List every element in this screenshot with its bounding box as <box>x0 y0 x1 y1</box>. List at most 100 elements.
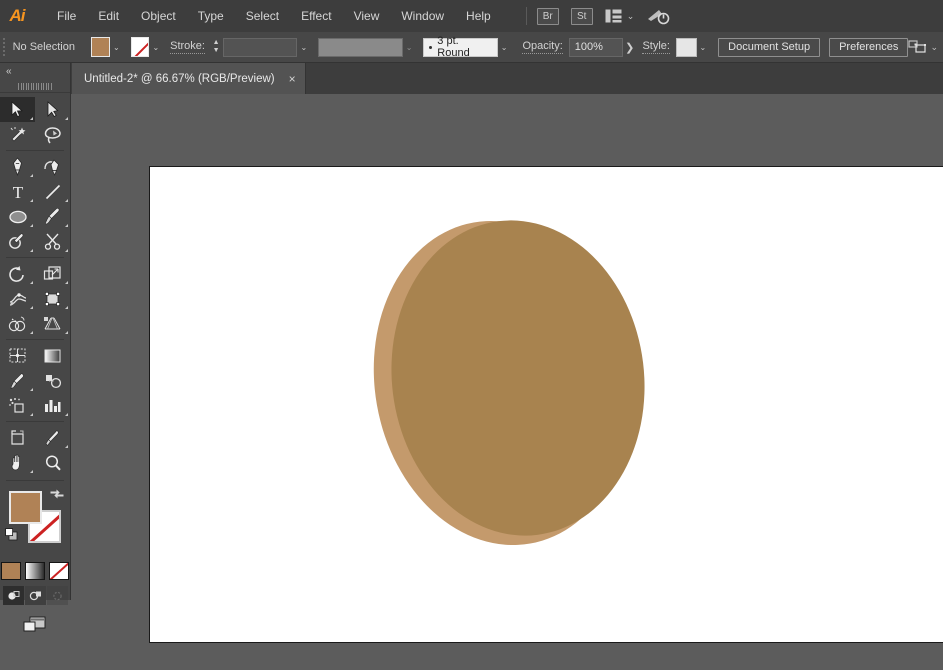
menu-item-list: File Edit Object Type Select Effect View… <box>46 0 502 32</box>
type-tool[interactable]: T <box>0 179 35 204</box>
color-swatch-button[interactable] <box>1 562 21 580</box>
line-segment-tool[interactable] <box>35 179 70 204</box>
draw-normal-button[interactable] <box>2 586 24 605</box>
direct-selection-tool[interactable] <box>35 97 70 122</box>
gradient-tool[interactable] <box>35 343 70 368</box>
menu-item-view[interactable]: View <box>343 0 391 32</box>
toolbar-fill-swatch[interactable] <box>9 491 42 524</box>
tool-flyout-indicator-icon <box>30 470 33 473</box>
menu-item-effect[interactable]: Effect <box>290 0 342 32</box>
close-icon[interactable]: × <box>289 72 296 86</box>
stroke-chevron-down-icon[interactable]: ⌄ <box>149 37 162 57</box>
opacity-expand-icon[interactable]: ❯ <box>623 41 636 54</box>
free-transform-tool[interactable] <box>35 286 70 311</box>
fill-color-swatch[interactable] <box>91 37 110 57</box>
selection-tool[interactable] <box>0 97 35 122</box>
magic-wand-tool[interactable] <box>0 122 35 147</box>
paintbrush-tool[interactable] <box>35 204 70 229</box>
menu-bar: Ai File Edit Object Type Select Effect V… <box>0 0 943 32</box>
symbol-sprayer-tool[interactable] <box>0 393 35 418</box>
swap-fill-stroke-icon[interactable] <box>50 488 64 506</box>
stroke-weight-label[interactable]: Stroke: <box>170 40 205 54</box>
stroke-weight-chevron-down-icon[interactable]: ⌄ <box>297 37 310 57</box>
selection-status-label: No Selection <box>12 41 75 53</box>
hand-tool[interactable] <box>0 450 35 475</box>
artboard[interactable] <box>149 166 943 643</box>
ellipse-tool[interactable] <box>0 204 35 229</box>
stroke-weight-input[interactable] <box>223 37 298 57</box>
draw-inside-button[interactable] <box>46 586 68 605</box>
drawing-mode-buttons <box>0 586 70 605</box>
opacity-label[interactable]: Opacity: <box>522 40 563 54</box>
menu-item-select[interactable]: Select <box>235 0 290 32</box>
stock-button[interactable]: St <box>570 7 593 25</box>
graphic-style-label[interactable]: Style: <box>642 40 670 54</box>
change-screen-mode-button[interactable] <box>20 615 50 640</box>
zoom-tool[interactable] <box>35 450 70 475</box>
menu-item-window[interactable]: Window <box>390 0 455 32</box>
tool-flyout-indicator-icon <box>65 117 68 120</box>
default-fill-stroke-icon[interactable] <box>5 528 18 546</box>
graphic-style-chevron-down-icon[interactable]: ⌄ <box>697 37 710 57</box>
search-adobe-icon[interactable] <box>646 7 670 25</box>
blend-tool[interactable] <box>35 368 70 393</box>
tools-panel-grip[interactable] <box>0 81 70 93</box>
tool-flyout-indicator-icon <box>65 249 68 252</box>
pen-tool[interactable] <box>0 154 35 179</box>
stroke-weight-stepper[interactable]: ▲ ▼ <box>211 37 221 57</box>
tool-divider <box>6 339 64 340</box>
menu-divider <box>525 7 527 25</box>
align-objects-icon[interactable] <box>908 39 928 55</box>
profile-chevron-down-icon[interactable]: ⌄ <box>498 37 511 57</box>
variable-width-profile-select[interactable]: 3 pt. Round <box>423 35 498 59</box>
document-tab[interactable]: Untitled-2* @ 66.67% (RGB/Preview) × <box>72 63 306 94</box>
shaper-tool[interactable] <box>0 229 35 254</box>
graphic-style-swatch[interactable] <box>675 37 697 57</box>
opacity-input[interactable]: 100% <box>568 37 623 57</box>
column-graph-tool[interactable] <box>35 393 70 418</box>
fill-stroke-controls <box>0 485 70 559</box>
workspace-chevron-down-icon[interactable]: ⌄ <box>627 11 635 22</box>
fill-chevron-down-icon[interactable]: ⌄ <box>110 37 123 57</box>
menu-item-file[interactable]: File <box>46 0 87 32</box>
menu-item-help[interactable]: Help <box>455 0 502 32</box>
shape-builder-tool[interactable] <box>0 311 35 336</box>
tool-flyout-indicator-icon <box>65 199 68 202</box>
brush-definition-input[interactable] <box>318 37 403 57</box>
curvature-tool[interactable] <box>35 154 70 179</box>
menu-item-object[interactable]: Object <box>130 0 187 32</box>
workspace-switcher-icon[interactable] <box>605 9 622 23</box>
perspective-grid-tool[interactable] <box>35 311 70 336</box>
canvas-area[interactable] <box>71 94 943 670</box>
scissors-tool[interactable] <box>35 229 70 254</box>
illustrator-window: Ai File Edit Object Type Select Effect V… <box>0 0 943 670</box>
mesh-tool[interactable] <box>0 343 35 368</box>
none-swatch-button[interactable] <box>49 562 69 580</box>
tool-flyout-indicator-icon <box>30 174 33 177</box>
rotate-tool[interactable] <box>0 261 35 286</box>
align-chevron-down-icon[interactable]: ⌄ <box>930 42 938 53</box>
artboard-tool[interactable] <box>0 425 35 450</box>
control-bar-grip[interactable] <box>0 32 8 63</box>
tool-flyout-indicator-icon <box>65 281 68 284</box>
lasso-tool[interactable] <box>35 122 70 147</box>
width-tool[interactable] <box>0 286 35 311</box>
gradient-swatch-button[interactable] <box>25 562 45 580</box>
artwork-svg <box>373 220 645 546</box>
document-setup-button[interactable]: Document Setup <box>718 37 821 57</box>
slice-tool[interactable] <box>35 425 70 450</box>
menu-item-edit[interactable]: Edit <box>87 0 130 32</box>
preferences-button[interactable]: Preferences <box>829 37 909 57</box>
scale-tool[interactable] <box>35 261 70 286</box>
collapse-panel-icon[interactable]: « <box>6 66 11 77</box>
tool-row: T <box>0 179 70 204</box>
eyedropper-tool[interactable] <box>0 368 35 393</box>
brush-definition-chevron-down-icon[interactable]: ⌄ <box>403 37 416 57</box>
draw-behind-button[interactable] <box>24 586 46 605</box>
control-bar-right-group: ⌄ <box>908 39 943 55</box>
bridge-button[interactable]: Br <box>536 7 559 25</box>
menu-item-type[interactable]: Type <box>187 0 235 32</box>
tool-row <box>0 122 70 147</box>
tool-flyout-indicator-icon <box>30 224 33 227</box>
stroke-color-swatch[interactable] <box>130 37 150 57</box>
